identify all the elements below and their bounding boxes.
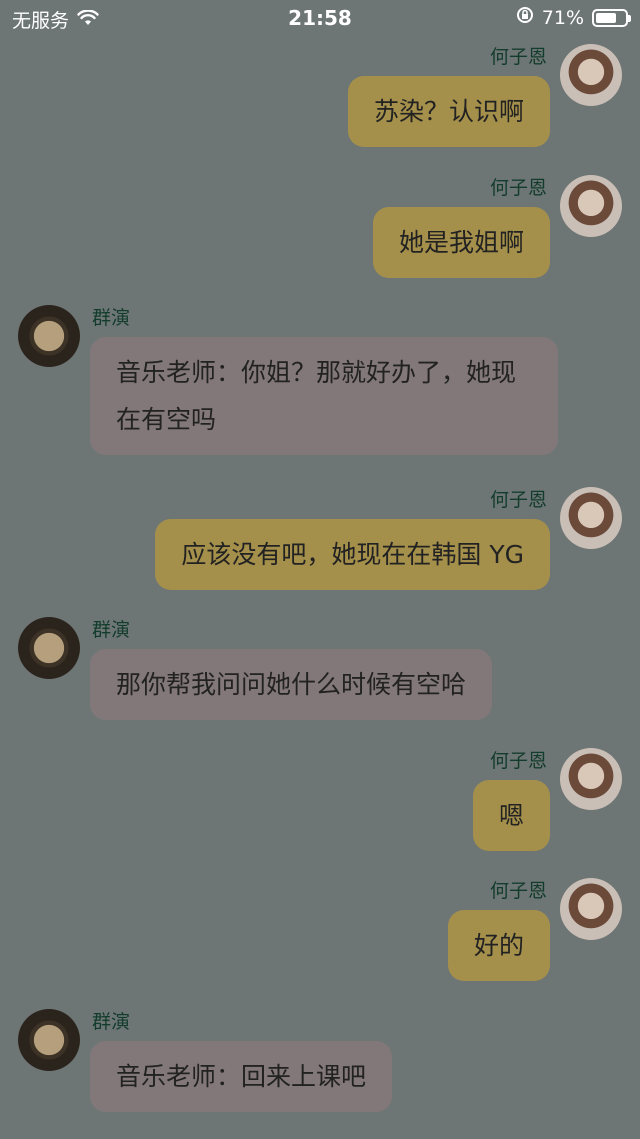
sender-name: 何子恩 [489,46,547,68]
avatar[interactable] [560,175,622,237]
sender-name: 群演 [92,619,131,641]
sender-name: 何子恩 [489,880,547,902]
message-bubble[interactable]: 嗯 [472,780,550,851]
avatar[interactable] [18,617,80,679]
avatar[interactable] [18,305,80,367]
sender-name: 何子恩 [489,750,547,772]
sender-name: 群演 [92,1011,131,1033]
message-bubble[interactable]: 好的 [447,910,550,981]
sender-name: 何子恩 [489,177,547,199]
avatar[interactable] [18,1009,80,1071]
sender-name: 何子恩 [489,489,547,511]
avatar[interactable] [560,748,622,810]
avatar[interactable] [560,878,622,940]
message-bubble[interactable]: 她是我姐啊 [372,207,550,278]
chat-area[interactable]: 何子恩 苏染？认识啊 何子恩 她是我姐啊 群演 音乐老师：你姐？那就好办了，她现… [0,0,640,1139]
avatar[interactable] [560,44,622,106]
message-bubble[interactable]: 苏染？认识啊 [347,76,550,147]
avatar[interactable] [560,487,622,549]
message-bubble[interactable]: 应该没有吧，她现在在韩国 YG [155,519,550,590]
sender-name: 群演 [92,307,131,329]
message-bubble[interactable]: 音乐老师：你姐？那就好办了，她现在有空吗 [90,337,558,455]
message-bubble[interactable]: 音乐老师：回来上课吧 [90,1041,393,1112]
message-bubble[interactable]: 那你帮我问问她什么时候有空哈 [90,649,493,720]
